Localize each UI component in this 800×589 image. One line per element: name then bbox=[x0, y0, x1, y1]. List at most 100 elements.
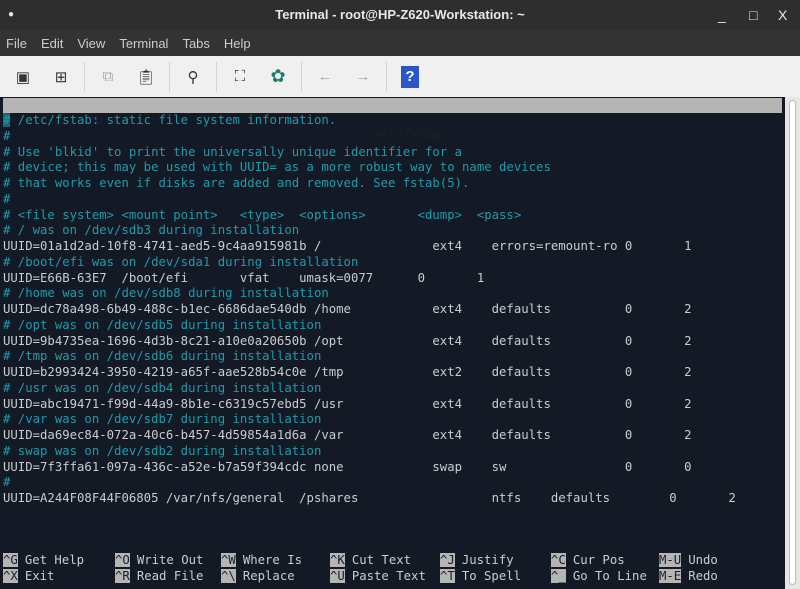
shortcut-item: ^_ Go To Line bbox=[551, 568, 647, 584]
menu-file[interactable]: File bbox=[6, 36, 27, 51]
shortcut-item: ^W Where Is bbox=[221, 552, 302, 568]
fullscreen-icon[interactable]: ⛶ bbox=[225, 62, 255, 92]
shortcut-key: ^W bbox=[221, 553, 236, 567]
preferences-icon[interactable]: ✿ bbox=[263, 62, 293, 92]
shortcut-label: Get Help bbox=[24, 553, 85, 567]
comment-line: # device; this may be used with UUID= as… bbox=[3, 160, 551, 175]
shortcut-key: M-E bbox=[659, 569, 682, 583]
comment-line: # <file system> <mount point> <type> <op… bbox=[3, 207, 522, 222]
maximize-button[interactable]: □ bbox=[749, 0, 757, 30]
shortcut-key: ^J bbox=[440, 553, 455, 567]
comment-line: # bbox=[3, 191, 11, 206]
search-icon[interactable]: ⚲ bbox=[178, 62, 208, 92]
back-arrow-icon[interactable]: ← bbox=[310, 62, 340, 92]
shortcut-item: ^G Get Help bbox=[3, 552, 84, 568]
comment-line: # that works even if disks are added and… bbox=[3, 176, 470, 190]
help-button[interactable]: ? bbox=[395, 62, 425, 92]
fstab-entry-line: UUID=E66B-63E7 /boot/efi vfat umask=0077… bbox=[3, 270, 485, 285]
menu-tabs[interactable]: Tabs bbox=[182, 36, 209, 51]
shortcut-item: M-U Undo bbox=[659, 552, 718, 568]
fstab-entry-line: UUID=9b4735ea-1696-4d3b-8c21-a10e0a20650… bbox=[3, 333, 692, 348]
shortcut-label: Undo bbox=[688, 553, 718, 567]
close-button[interactable]: X bbox=[778, 0, 787, 30]
scrollbar-thumb[interactable] bbox=[789, 100, 796, 585]
toolbar: ▣ ⊞ ⧉ 📋︎ ⚲ ⛶ ✿ ← → ? bbox=[0, 56, 800, 97]
editor-content[interactable]: # /etc/fstab: static file system informa… bbox=[3, 113, 736, 507]
shortcut-item: ^J Justify bbox=[440, 552, 514, 568]
shortcut-label: Go To Line bbox=[572, 569, 647, 583]
shortcut-key: ^X bbox=[3, 569, 18, 583]
shortcut-item: M-E Redo bbox=[659, 568, 718, 584]
menu-terminal[interactable]: Terminal bbox=[119, 36, 168, 51]
shortcut-item: ^C Cur Pos bbox=[551, 552, 625, 568]
shortcut-label: Cur Pos bbox=[572, 553, 625, 567]
divider bbox=[169, 61, 170, 92]
shortcut-row: ^G Get Help ^O Write Out ^W Where Is ^K Cut Tex… bbox=[3, 552, 783, 568]
shortcut-label: Paste Text bbox=[351, 569, 426, 583]
shortcut-label: Cut Text bbox=[351, 553, 412, 567]
shortcut-label: To Spell bbox=[461, 569, 522, 583]
fstab-entry-line: UUID=A244F08F44F06805 /var/nfs/general /… bbox=[3, 491, 736, 505]
shortcut-label: Write Out bbox=[136, 553, 204, 567]
comment-line: # bbox=[3, 475, 11, 490]
comment-line: # / was on /dev/sdb3 during installation bbox=[3, 223, 300, 238]
comment-line: # /opt was on /dev/sdb5 during installat… bbox=[3, 317, 322, 332]
fstab-entry-line: UUID=da69ec84-072a-40c6-b457-4d59854a1d6… bbox=[3, 428, 692, 442]
shortcut-label: Replace bbox=[242, 569, 295, 583]
fstab-entry-line: UUID=7f3ffa61-097a-436c-a52e-b7a59f394cd… bbox=[3, 459, 692, 474]
shortcut-key: ^\ bbox=[221, 569, 236, 583]
shortcut-key: ^T bbox=[440, 569, 455, 583]
fstab-entry-line: UUID=dc78a498-6b49-488c-b1ec-6686dae540d… bbox=[3, 302, 692, 316]
menu-edit[interactable]: Edit bbox=[41, 36, 63, 51]
divider bbox=[386, 61, 387, 92]
comment-line: # /usr was on /dev/sdb4 during installat… bbox=[3, 380, 322, 395]
shortcut-key: ^O bbox=[115, 553, 130, 567]
shortcut-label: Read File bbox=[136, 569, 204, 583]
fstab-entry-line: UUID=b2993424-3950-4219-a65f-aae528b54c0… bbox=[3, 365, 692, 379]
comment-line: # /boot/efi was on /dev/sda1 during inst… bbox=[3, 254, 359, 269]
divider bbox=[216, 61, 217, 92]
paste-icon[interactable]: 📋︎ bbox=[131, 62, 161, 92]
new-window-icon[interactable]: ⊞ bbox=[46, 62, 76, 92]
menu-bar: File Edit View Terminal Tabs Help bbox=[0, 30, 800, 56]
comment-line: # /home was on /dev/sdb8 during installa… bbox=[3, 286, 329, 301]
shortcut-label: Where Is bbox=[242, 553, 303, 567]
divider bbox=[84, 61, 85, 92]
new-tab-icon[interactable]: ▣ bbox=[8, 62, 38, 92]
comment-line: # /tmp was on /dev/sdb6 during installat… bbox=[3, 349, 322, 364]
copy-icon[interactable]: ⧉ bbox=[93, 62, 123, 92]
terminal-area[interactable]: GNU nano 4.8 /etc/fstab # /etc/fstab: st… bbox=[0, 97, 785, 589]
help-icon: ? bbox=[401, 65, 419, 88]
shortcut-row: ^X Exit ^R Read File ^\ Replace ^U Paste Text ^T… bbox=[3, 568, 783, 584]
shortcut-label: Justify bbox=[461, 553, 514, 567]
fstab-entry-line: UUID=abc19471-f99d-44a9-8b1e-c6319c57ebd… bbox=[3, 396, 692, 411]
window-menu-icon[interactable]: ● bbox=[8, 0, 14, 30]
shortcut-item: ^R Read File bbox=[115, 568, 203, 584]
shortcut-key: ^U bbox=[330, 569, 345, 583]
shortcut-item: ^\ Replace bbox=[221, 568, 295, 584]
nano-title-bar: GNU nano 4.8 /etc/fstab bbox=[3, 98, 782, 142]
fstab-entry-line: UUID=01a1d2ad-10f8-4741-aed5-9c4aa915981… bbox=[3, 239, 692, 253]
shortcut-key: ^K bbox=[330, 553, 345, 567]
menu-view[interactable]: View bbox=[77, 36, 105, 51]
forward-arrow-icon[interactable]: → bbox=[348, 62, 378, 92]
menu-help[interactable]: Help bbox=[224, 36, 251, 51]
comment-line: # /etc/fstab: static file system informa… bbox=[3, 113, 337, 127]
nano-shortcuts: ^G Get Help ^O Write Out ^W Where Is ^K Cut Tex… bbox=[3, 552, 783, 584]
comment-line: # swap was on /dev/sdb2 during installat… bbox=[3, 443, 322, 458]
comment-line: # Use 'blkid' to print the universally u… bbox=[3, 144, 463, 159]
shortcut-label: Exit bbox=[24, 569, 55, 583]
shortcut-label: Redo bbox=[688, 569, 718, 583]
shortcut-key: M-U bbox=[659, 553, 682, 567]
comment-line: # bbox=[3, 128, 11, 143]
divider bbox=[301, 61, 302, 92]
title-bar: ● Terminal - root@HP-Z620-Workstation: ~… bbox=[0, 0, 800, 30]
shortcut-item: ^O Write Out bbox=[115, 552, 203, 568]
comment-line: # /var was on /dev/sdb7 during installat… bbox=[3, 412, 322, 427]
shortcut-key: ^G bbox=[3, 553, 18, 567]
shortcut-key: ^C bbox=[551, 553, 566, 567]
shortcut-key: ^_ bbox=[551, 569, 566, 583]
shortcut-item: ^X Exit bbox=[3, 568, 54, 584]
minimize-button[interactable]: _ bbox=[718, 0, 726, 30]
shortcut-item: ^T To Spell bbox=[440, 568, 521, 584]
